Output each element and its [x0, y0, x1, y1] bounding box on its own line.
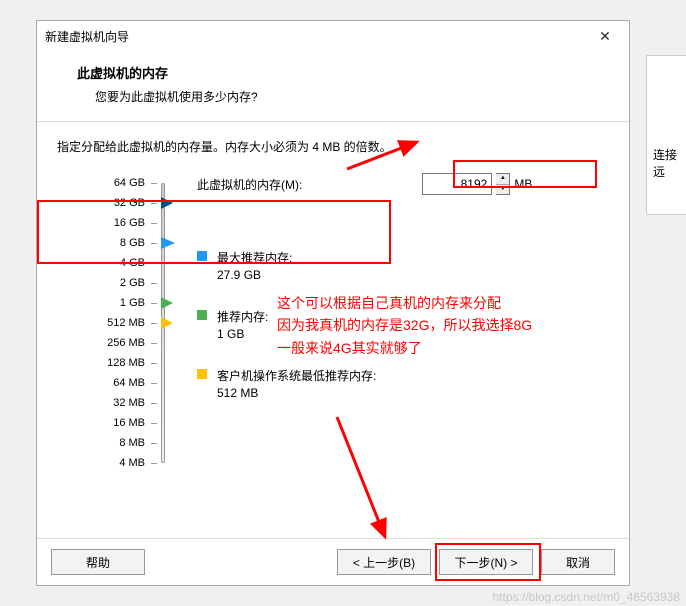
- tick: 128 MB: [57, 353, 157, 373]
- wizard-dialog: 新建虚拟机向导 ✕ 此虚拟机的内存 您要为此虚拟机使用多少内存? 指定分配给此虚…: [36, 20, 630, 586]
- wizard-body: 指定分配给此虚拟机的内存量。内存大小必须为 4 MB 的倍数。 64 GB 32…: [37, 122, 629, 538]
- tick: 16 MB: [57, 413, 157, 433]
- tick: 4 GB: [57, 253, 157, 273]
- close-button[interactable]: ✕: [589, 28, 621, 45]
- marker-recommended-icon: [161, 297, 173, 309]
- window-title: 新建虚拟机向导: [45, 28, 589, 45]
- next-button[interactable]: 下一步(N) >: [439, 549, 533, 575]
- memory-input[interactable]: [422, 173, 492, 195]
- tick: 64 GB: [57, 173, 157, 193]
- titlebar: 新建虚拟机向导 ✕: [37, 21, 629, 51]
- wizard-header: 此虚拟机的内存 您要为此虚拟机使用多少内存?: [37, 51, 629, 122]
- recommend-label: 推荐内存:: [217, 308, 268, 325]
- memory-spinner[interactable]: ▲ ▼: [496, 173, 510, 195]
- cancel-button[interactable]: 取消: [541, 549, 615, 575]
- wizard-footer: 帮助 < 上一步(B) 下一步(N) > 取消: [37, 538, 629, 585]
- recommend-value: 1 GB: [217, 327, 268, 341]
- memory-label: 此虚拟机的内存(M):: [197, 176, 302, 193]
- tick: 256 MB: [57, 333, 157, 353]
- marker-selected-icon[interactable]: [161, 237, 175, 249]
- tick: 4 MB: [57, 453, 157, 473]
- tick: 64 MB: [57, 373, 157, 393]
- spinner-down-icon[interactable]: ▼: [496, 185, 509, 195]
- marker-column: [157, 173, 197, 473]
- min-recommend-value: 512 MB: [217, 386, 376, 400]
- watermark: https://blog.csdn.net/m0_46563938: [493, 590, 680, 604]
- memory-unit: MB: [514, 177, 532, 191]
- tick: 32 MB: [57, 393, 157, 413]
- back-button[interactable]: < 上一步(B): [337, 549, 431, 575]
- tick: 2 GB: [57, 273, 157, 293]
- memory-area: 64 GB 32 GB 16 GB 8 GB 4 GB 2 GB 1 GB 51…: [57, 173, 617, 473]
- tick: 16 GB: [57, 213, 157, 233]
- square-green-icon: [197, 310, 207, 320]
- tick: 8 GB: [57, 233, 157, 253]
- memory-scale: 64 GB 32 GB 16 GB 8 GB 4 GB 2 GB 1 GB 51…: [57, 173, 157, 473]
- tick: 32 GB: [57, 193, 157, 213]
- info-column: 此虚拟机的内存(M): ▲ ▼ MB 最大推荐内存:: [197, 173, 617, 473]
- marker-minimum-icon: [161, 317, 173, 329]
- header-title: 此虚拟机的内存: [77, 63, 605, 82]
- marker-32gb-icon: [161, 197, 173, 209]
- side-fragment: 连接远: [646, 55, 686, 215]
- tick: 1 GB: [57, 293, 157, 313]
- side-text: 连接远: [653, 148, 677, 179]
- help-button[interactable]: 帮助: [51, 549, 145, 575]
- min-recommend-label: 客户机操作系统最低推荐内存:: [217, 367, 376, 384]
- tick: 512 MB: [57, 313, 157, 333]
- tick: 8 MB: [57, 433, 157, 453]
- square-yellow-icon: [197, 369, 207, 379]
- instruction-text: 指定分配给此虚拟机的内存量。内存大小必须为 4 MB 的倍数。: [57, 138, 617, 155]
- spinner-up-icon[interactable]: ▲: [496, 174, 509, 185]
- header-subtitle: 您要为此虚拟机使用多少内存?: [77, 88, 605, 105]
- max-recommend-value: 27.9 GB: [217, 268, 292, 282]
- max-recommend-label: 最大推荐内存:: [217, 249, 292, 266]
- square-blue-icon: [197, 251, 207, 261]
